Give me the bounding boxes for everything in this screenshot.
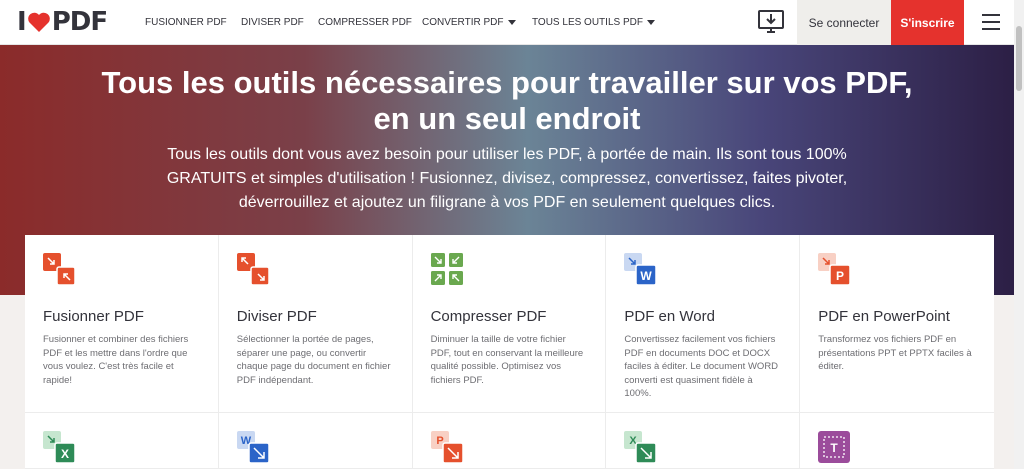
pdf-to-excel-icon: X [43, 431, 76, 464]
word-to-pdf-icon: W [236, 431, 270, 464]
top-navigation-bar: I PDF FUSIONNER PDF DIVISER PDF COMPRESS… [0, 0, 1014, 45]
tool-description: Transformez vos fichiers PDF en présenta… [818, 334, 972, 372]
chevron-down-icon [646, 20, 655, 25]
tool-card-excel-to-pdf[interactable]: X [606, 413, 801, 469]
split-icon [236, 253, 270, 286]
compress-icon [430, 253, 463, 285]
tool-description: Fusionner et combiner des fichiers PDF e… [43, 334, 189, 386]
tool-description: Convertissez facilement vos fichiers PDF… [624, 334, 779, 399]
pdf-to-powerpoint-icon: P [818, 253, 851, 286]
nav-split-pdf[interactable]: DIVISER PDF [241, 0, 318, 45]
tool-card-pdf-to-excel[interactable]: X [25, 413, 219, 469]
heart-icon [27, 12, 50, 32]
tool-card-merge[interactable]: Fusionner PDF Fusionner et combiner des … [25, 235, 219, 413]
merge-icon [43, 253, 76, 286]
tool-description: Sélectionner la portée de pages, séparer… [236, 334, 391, 386]
tool-title: PDF en PowerPoint [818, 308, 950, 325]
main-nav: FUSIONNER PDF DIVISER PDF COMPRESSER PDF… [145, 0, 662, 45]
signup-button[interactable]: S'inscrire [891, 0, 964, 45]
tools-grid: Fusionner PDF Fusionner et combiner des … [25, 235, 994, 469]
scrollbar-thumb[interactable] [1016, 26, 1022, 91]
logo-i: I [17, 7, 27, 37]
hero-title: Tous les outils nécessaires pour travail… [101, 65, 913, 136]
tool-title: Diviser PDF [236, 308, 317, 325]
tool-card-pdf-to-word[interactable]: W PDF en Word Convertissez facilement vo… [606, 235, 801, 413]
logo-pdf: PDF [51, 7, 108, 37]
tool-card-edit-pdf[interactable]: T [800, 413, 994, 469]
svg-text:T: T [831, 441, 839, 455]
edit-pdf-icon: T [818, 431, 851, 463]
tool-title: PDF en Word [624, 308, 715, 325]
hero-subtitle: Tous les outils dont vous avez besoin po… [166, 146, 848, 211]
chevron-down-icon [507, 20, 516, 25]
pdf-to-word-icon: W [624, 253, 658, 286]
tool-card-powerpoint-to-pdf[interactable]: P [412, 413, 607, 469]
scrollbar[interactable] [1014, 0, 1024, 469]
tool-card-pdf-to-powerpoint[interactable]: P PDF en PowerPoint Transformez vos fich… [800, 235, 994, 413]
nav-compress-pdf[interactable]: COMPRESSER PDF [318, 0, 422, 45]
svg-text:P: P [836, 269, 844, 283]
tool-card-split[interactable]: Diviser PDF Sélectionner la portée de pa… [218, 235, 413, 413]
nav-convert-pdf[interactable]: CONVERTIR PDF [422, 0, 532, 45]
nav-merge-pdf[interactable]: FUSIONNER PDF [145, 0, 241, 45]
tool-card-compress[interactable]: Compresser PDF Diminuer la taille de vot… [412, 235, 607, 413]
powerpoint-to-pdf-icon: P [430, 431, 464, 464]
tool-title: Fusionner PDF [43, 308, 144, 325]
tool-description: Diminuer la taille de votre fichier PDF,… [430, 334, 584, 386]
tool-title: Compresser PDF [430, 308, 547, 325]
login-button[interactable]: Se connecter [797, 0, 891, 45]
ilovepdf-logo[interactable]: I PDF [17, 7, 108, 37]
svg-text:X: X [61, 447, 69, 461]
menu-icon[interactable] [982, 14, 1000, 30]
tool-card-word-to-pdf[interactable]: W [218, 413, 413, 469]
nav-all-tools[interactable]: TOUS LES OUTILS PDF [532, 0, 662, 45]
excel-to-pdf-icon: X [624, 431, 658, 464]
svg-text:W: W [641, 269, 653, 283]
desktop-download-icon[interactable] [757, 8, 785, 36]
